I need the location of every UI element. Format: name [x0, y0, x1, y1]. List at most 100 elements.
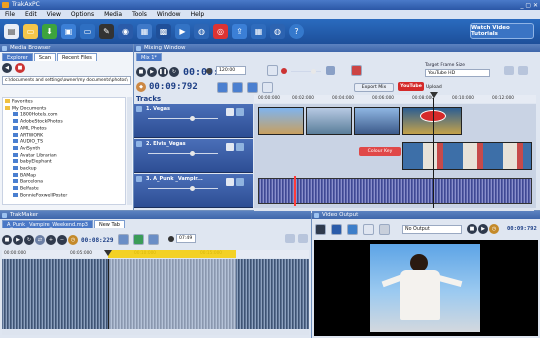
export-mix-button[interactable]: Export Mix — [354, 83, 394, 92]
volume-field[interactable]: 07:49 — [176, 234, 196, 243]
master-volume-slider[interactable] — [291, 69, 321, 74]
track-header-2[interactable]: 2. Elvis_Vegas — [134, 139, 253, 173]
playhead-line[interactable] — [433, 98, 434, 208]
stop-button[interactable]: ■ — [467, 224, 477, 234]
selection-range-bar[interactable] — [108, 250, 236, 258]
stop-button[interactable]: ■ — [2, 235, 12, 245]
settings-icon[interactable] — [504, 66, 514, 75]
trakmaker-playhead-line[interactable] — [108, 259, 109, 329]
zoom-out-button[interactable]: − — [57, 235, 67, 245]
track-settings-icon[interactable] — [226, 178, 234, 186]
watch-video-tutorials-button[interactable]: Watch Video Tutorials — [470, 23, 534, 39]
monitor-icon[interactable]: ▭ — [80, 24, 95, 39]
tree-item[interactable]: ARTWORK — [5, 132, 123, 140]
globe-icon[interactable]: ◍ — [194, 24, 209, 39]
menu-help[interactable]: Help — [191, 11, 205, 18]
track-settings-icon[interactable] — [226, 143, 234, 151]
new-icon[interactable]: ▤ — [4, 24, 19, 39]
track-mute-icon[interactable] — [136, 141, 142, 147]
fullscreen-icon[interactable] — [315, 224, 326, 235]
waveform-selection[interactable] — [108, 259, 236, 329]
mix-ruler[interactable]: 00:00:000 00:02:000 00:04:000 00:06:000 … — [254, 95, 536, 103]
track-fx-icon[interactable] — [236, 108, 244, 116]
track-volume-slider[interactable] — [148, 116, 218, 121]
track-fx-icon[interactable] — [236, 143, 244, 151]
tree-item[interactable]: AUDIO_TS — [5, 139, 123, 146]
track-header-3[interactable]: 3. A_Punk _Vampir... — [134, 174, 253, 208]
loop-button[interactable]: ↻ — [24, 235, 34, 245]
tree-item[interactable]: babyElephant — [5, 159, 123, 166]
tree-item[interactable]: Barcelona — [5, 179, 123, 186]
marker-icon[interactable]: ◆ — [136, 82, 146, 92]
scrub-icon[interactable]: ⇄ — [35, 235, 45, 245]
tree-item[interactable]: AdobeStockPhotos — [5, 119, 123, 126]
menu-media[interactable]: Media — [104, 11, 122, 18]
download-icon[interactable]: ⬇ — [42, 24, 57, 39]
pause-button[interactable]: ❚❚ — [158, 67, 168, 77]
menu-options[interactable]: Options — [71, 11, 94, 18]
menu-tools[interactable]: Tools — [132, 11, 147, 18]
trakmaker-playhead-marker[interactable] — [104, 250, 112, 256]
stop-button[interactable]: ■ — [136, 67, 146, 77]
output-select[interactable]: No Output — [402, 225, 462, 234]
path-field[interactable]: c:\documents and settings\owner\my docum… — [2, 76, 131, 85]
tree-item[interactable]: BAMap — [5, 172, 123, 180]
play-button[interactable]: ▶ — [13, 235, 23, 245]
tab-new[interactable]: New Tab — [93, 220, 125, 228]
tree-item[interactable]: Favorites — [5, 99, 123, 106]
volume-icon[interactable] — [326, 66, 335, 75]
back-button[interactable]: ◀ — [2, 63, 12, 73]
record-icon[interactable] — [281, 68, 287, 74]
tree-item[interactable]: AML Photos — [5, 125, 123, 133]
play-button[interactable]: ▶ — [478, 224, 488, 234]
tab-explorer[interactable]: Explorer — [2, 53, 33, 61]
save-frame-icon[interactable] — [363, 224, 374, 235]
video-clip[interactable] — [306, 107, 352, 135]
tree-item[interactable]: BonnieFoxwellPoster — [5, 192, 123, 200]
video-clip[interactable] — [258, 107, 304, 135]
loop-button[interactable]: ↻ — [169, 67, 179, 77]
stop-icon[interactable]: ■ — [15, 63, 25, 73]
share-icon[interactable]: ⇪ — [232, 24, 247, 39]
tree-item[interactable]: Avatar Librarian — [5, 152, 123, 160]
track-settings-icon[interactable] — [226, 108, 234, 116]
tab-audio-file[interactable]: A_Punk _Vampire_Weekend.mp3 — [2, 220, 93, 228]
tab-mix-1[interactable]: Mix 1* — [136, 53, 162, 61]
youtube-logo[interactable]: YouTube — [398, 82, 424, 91]
tree-item[interactable]: AviSynth — [5, 145, 123, 153]
film-icon[interactable]: ▦ — [137, 24, 152, 39]
track-volume-slider[interactable] — [148, 151, 218, 156]
tab-recent-files[interactable]: Recent Files — [56, 53, 97, 61]
track-mute-icon[interactable] — [136, 176, 142, 182]
tree-item[interactable]: backup — [5, 166, 123, 173]
hand-tool-icon[interactable] — [247, 82, 258, 93]
colour-key-button[interactable]: Colour Key — [359, 147, 401, 156]
zoom-in-button[interactable]: + — [46, 235, 56, 245]
save-icon[interactable]: ▣ — [61, 24, 76, 39]
select-tool-icon[interactable] — [217, 82, 228, 93]
disc-icon[interactable]: ◉ — [118, 24, 133, 39]
insert-tool-icon[interactable] — [133, 234, 144, 245]
tree-scrollbar[interactable] — [127, 97, 132, 205]
menu-view[interactable]: View — [47, 11, 61, 18]
track-header-1[interactable]: 1. Vegas — [134, 104, 253, 138]
grid-icon[interactable]: ▦ — [251, 24, 266, 39]
lifebuoy-icon[interactable]: ◎ — [213, 24, 228, 39]
zoom-tool-icon[interactable] — [262, 82, 273, 93]
playhead-marker[interactable] — [430, 92, 438, 98]
target-frame-select[interactable]: YouTube HD — [425, 69, 490, 77]
video-icon[interactable]: ▶ — [175, 24, 190, 39]
pen-icon[interactable]: ✎ — [99, 24, 114, 39]
open-folder-icon[interactable]: ▭ — [23, 24, 38, 39]
slice-tool-icon[interactable] — [148, 234, 159, 245]
upload-icon[interactable] — [518, 66, 528, 75]
menu-file[interactable]: File — [5, 11, 15, 18]
snap-icon[interactable] — [267, 65, 278, 76]
video-clip[interactable] — [402, 142, 532, 170]
tree-item[interactable]: My Documents — [5, 105, 123, 113]
help-icon[interactable]: ? — [289, 24, 304, 39]
track-volume-slider[interactable] — [148, 186, 218, 191]
export-icon[interactable] — [298, 234, 308, 243]
zoom-field[interactable]: 120:00 — [216, 66, 246, 75]
tab-scan[interactable]: Scan — [33, 53, 56, 61]
